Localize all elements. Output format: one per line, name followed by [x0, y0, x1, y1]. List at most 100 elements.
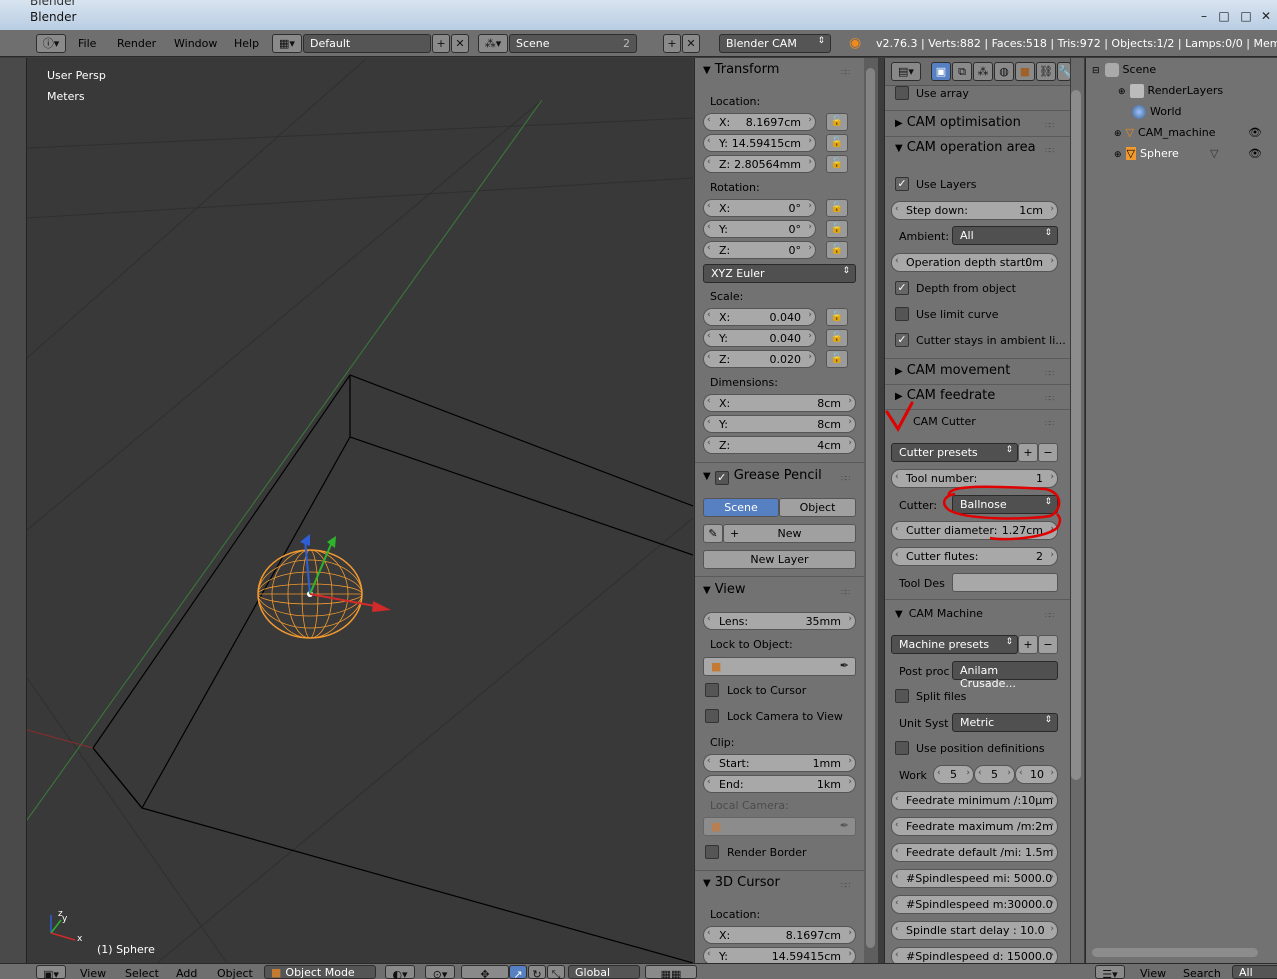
- feedrate-maximum-field[interactable]: ‹ Feedrate maximum /m:2m ›: [891, 817, 1058, 836]
- add-scene-icon[interactable]: +: [663, 34, 681, 53]
- cam-operation-area-panel-header[interactable]: ▼ CAM operation area: [895, 140, 1036, 155]
- editor-type-outliner-icon[interactable]: ☰▾: [1095, 965, 1125, 979]
- rotation-y-field[interactable]: ‹ Y: 0° ›: [703, 220, 816, 238]
- tool-number-field[interactable]: ‹ Tool number: 1 ›: [891, 469, 1058, 488]
- lock-icon[interactable]: 🔓: [826, 155, 848, 173]
- menu-select[interactable]: Select: [125, 967, 159, 979]
- scale-y-field[interactable]: ‹ Y: 0.040 ›: [703, 329, 816, 347]
- transform-panel-header[interactable]: ▼ Transform: [703, 62, 779, 77]
- drag-grip-icon[interactable]: ∷∷: [1045, 146, 1054, 155]
- outliner-scrollbar[interactable]: [1092, 948, 1258, 957]
- ambient-select[interactable]: All ⇕: [952, 226, 1058, 245]
- drag-grip-icon[interactable]: ∷∷: [1045, 419, 1054, 428]
- split-files-checkbox[interactable]: [895, 689, 909, 703]
- menu-window[interactable]: Window: [174, 37, 217, 50]
- cam-feedrate-panel-header[interactable]: ▶ CAM feedrate: [895, 388, 995, 403]
- constraints-tab-icon[interactable]: ⛓: [1036, 62, 1056, 81]
- unit-system-select[interactable]: Metric ⇕: [952, 713, 1058, 732]
- scale-x-field[interactable]: ‹ X: 0.040 ›: [703, 308, 816, 326]
- shelf-scrollbar-thumb[interactable]: [866, 68, 875, 948]
- outliner-menu-search[interactable]: Search: [1183, 967, 1221, 979]
- drag-grip-icon[interactable]: ∷∷: [841, 474, 850, 483]
- spindle-start-delay-field[interactable]: ‹ Spindle start delay : 10.0 ›: [891, 921, 1058, 940]
- eyedropper-icon[interactable]: ✒: [840, 659, 849, 672]
- spindle-max-field[interactable]: ‹ #Spindlespeed m:30000.0 ›: [891, 895, 1058, 914]
- lock-icon[interactable]: 🔓: [826, 350, 848, 368]
- rotate-manipulator-icon[interactable]: ↻: [528, 965, 546, 979]
- drag-grip-icon[interactable]: ∷∷: [841, 881, 850, 890]
- menu-add[interactable]: Add: [176, 967, 197, 979]
- scene-tab-icon[interactable]: ⁂: [973, 62, 993, 81]
- lock-icon[interactable]: 🔓: [826, 329, 848, 347]
- editor-type-properties-icon[interactable]: ▤▾: [891, 62, 921, 81]
- object-tab-icon[interactable]: ■: [1015, 62, 1035, 81]
- outliner-display-mode-select[interactable]: All Sce: [1232, 965, 1277, 979]
- lock-icon[interactable]: 🔓: [826, 134, 848, 152]
- layers-grid-icon[interactable]: ▦▦: [645, 965, 697, 979]
- modifiers-tab-icon[interactable]: 🔧: [1057, 62, 1070, 81]
- lens-field[interactable]: ‹ Lens: 35mm ›: [703, 612, 856, 630]
- machine-presets-select[interactable]: Machine presets ⇕: [891, 635, 1018, 654]
- render-tab-icon[interactable]: ▣: [931, 62, 951, 81]
- view-panel-header[interactable]: ▼ View: [703, 582, 746, 597]
- expand-icon[interactable]: ⊕: [1118, 87, 1126, 97]
- drag-grip-icon[interactable]: ∷∷: [1045, 394, 1054, 403]
- clip-start-field[interactable]: ‹ Start: 1mm ›: [703, 754, 856, 772]
- expand-icon[interactable]: ⊕: [1114, 150, 1122, 160]
- remove-scene-icon[interactable]: ✕: [682, 34, 700, 53]
- rotation-z-field[interactable]: ‹ Z: 0° ›: [703, 241, 816, 259]
- visibility-eye-icon[interactable]: 👁: [1248, 147, 1262, 160]
- cam-machine-panel-header[interactable]: ▼ CAM Machine: [895, 607, 983, 620]
- tool-description-input[interactable]: [952, 573, 1058, 592]
- work-area-y-field[interactable]: ‹ 5 ›: [974, 765, 1015, 784]
- cam-cutter-panel-header[interactable]: CAM Cutter: [913, 415, 976, 428]
- drag-grip-icon[interactable]: ∷∷: [1045, 121, 1054, 130]
- tab-grease-pencil-object[interactable]: Object: [779, 498, 856, 517]
- lock-icon[interactable]: 🔓: [826, 199, 848, 217]
- rotation-x-field[interactable]: ‹ X: 0° ›: [703, 199, 816, 217]
- maximize-icon[interactable]: □: [1215, 8, 1233, 24]
- grease-pencil-new-button[interactable]: + New: [723, 524, 856, 543]
- cutter-presets-select[interactable]: Cutter presets ⇕: [891, 443, 1018, 462]
- add-preset-icon[interactable]: +: [1018, 635, 1038, 654]
- feedrate-default-field[interactable]: ‹ Feedrate default /mi: 1.5m ›: [891, 843, 1058, 862]
- lock-icon[interactable]: 🔓: [826, 220, 848, 238]
- add-layout-icon[interactable]: +: [432, 34, 450, 53]
- collapse-icon[interactable]: ⊟: [1092, 66, 1100, 76]
- grease-pencil-panel-header[interactable]: ▼ ✓ Grease Pencil: [703, 468, 822, 485]
- new-layer-button[interactable]: New Layer: [703, 550, 856, 569]
- world-tab-icon[interactable]: ◍: [994, 62, 1014, 81]
- outliner-item-world[interactable]: World: [1132, 105, 1182, 119]
- outliner-item-cam-machine[interactable]: ⊕ ▽ CAM_machine: [1114, 126, 1215, 139]
- cutter-diameter-field[interactable]: ‹ Cutter diameter: 1.27cm ›: [891, 521, 1058, 540]
- translate-manipulator-icon[interactable]: ↗: [509, 965, 527, 979]
- dimension-y-field[interactable]: ‹ Y: 8cm ›: [703, 415, 856, 433]
- work-area-z-field[interactable]: ‹ 10 ›: [1015, 765, 1058, 784]
- screen-layout-field[interactable]: Default: [303, 34, 431, 53]
- cutter-stays-checkbox[interactable]: ✓: [895, 333, 909, 347]
- add-preset-icon[interactable]: +: [1018, 443, 1038, 462]
- render-engine-select[interactable]: Blender CAM ⇕: [719, 34, 831, 53]
- cursor-x-field[interactable]: ‹ X: 8.1697cm ›: [703, 926, 856, 944]
- cutter-type-select[interactable]: Ballnose ⇕: [952, 495, 1058, 514]
- cam-optimisation-panel-header[interactable]: ▶ CAM optimisation: [895, 115, 1021, 130]
- outliner-item-sphere[interactable]: ⊕ ▽ Sphere: [1114, 147, 1179, 160]
- lock-icon[interactable]: 🔓: [826, 308, 848, 326]
- scene-browse-icon[interactable]: ⁂▾: [478, 34, 508, 53]
- shelf-scrollbar[interactable]: [864, 58, 878, 963]
- outliner-menu-view[interactable]: View: [1140, 967, 1166, 979]
- step-down-field[interactable]: ‹ Step down: 1cm ›: [891, 201, 1058, 220]
- use-position-definitions-checkbox[interactable]: [895, 741, 909, 755]
- restore-icon[interactable]: □: [1237, 8, 1255, 24]
- rotation-mode-select[interactable]: XYZ Euler ⇕: [703, 264, 856, 283]
- pencil-icon[interactable]: ✎: [703, 524, 723, 543]
- location-y-field[interactable]: ‹ Y: 14.59415cm ›: [703, 134, 816, 152]
- spindle-min-field[interactable]: ‹ #Spindlespeed mi: 5000.0 ›: [891, 869, 1058, 888]
- cursor-y-field[interactable]: ‹ Y: 14.59415cm ›: [703, 947, 856, 963]
- remove-preset-icon[interactable]: −: [1038, 443, 1058, 462]
- menu-render[interactable]: Render: [117, 37, 156, 50]
- grease-pencil-checkbox[interactable]: ✓: [714, 471, 729, 485]
- render-layers-tab-icon[interactable]: ⧉: [952, 62, 972, 81]
- viewport-shading-icon[interactable]: ◐▾: [385, 965, 415, 979]
- 3d-viewport[interactable]: User Persp Meters (1) Sphere z y x: [27, 58, 693, 963]
